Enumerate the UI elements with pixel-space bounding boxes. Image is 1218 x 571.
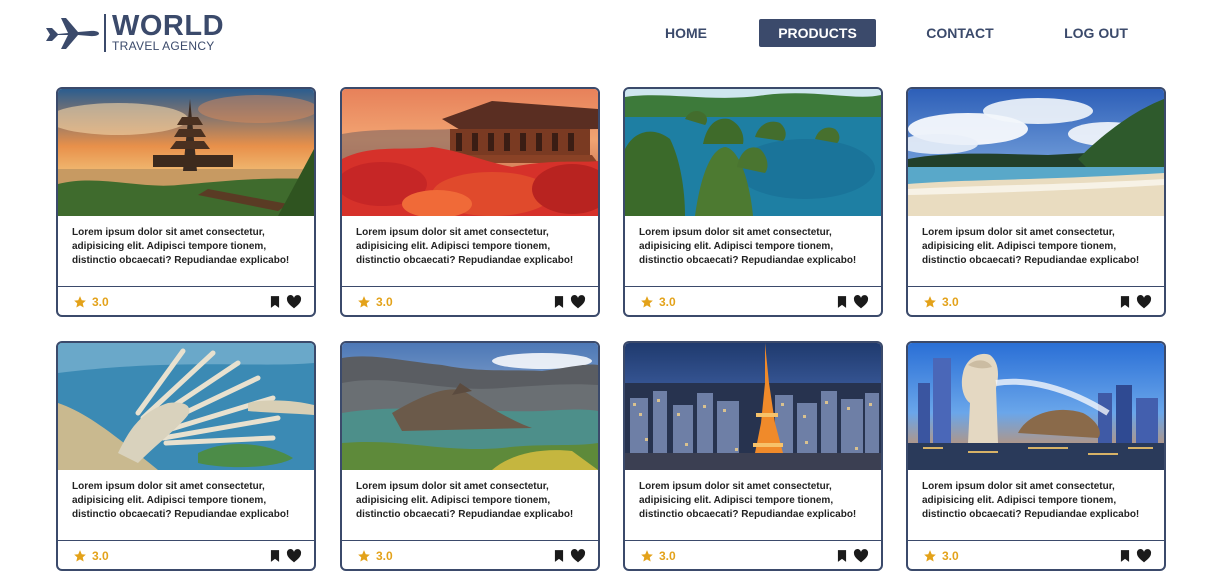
- bookmark-icon[interactable]: [552, 295, 566, 314]
- card-footer: 3.0: [58, 286, 314, 315]
- card-image[interactable]: [342, 89, 598, 216]
- card-actions: [835, 295, 869, 314]
- card-description: Lorem ipsum dolor sit amet consectetur, …: [72, 227, 290, 266]
- product-card[interactable]: Lorem ipsum dolor sit amet consectetur, …: [906, 87, 1166, 317]
- card-footer: 3.0: [58, 540, 314, 569]
- rating-value: 3.0: [659, 295, 676, 309]
- star-icon: [358, 296, 370, 308]
- card-footer: 3.0: [908, 286, 1164, 315]
- card-image[interactable]: [908, 89, 1164, 216]
- product-card[interactable]: Lorem ipsum dolor sit amet consectetur, …: [340, 87, 600, 317]
- product-card[interactable]: Lorem ipsum dolor sit amet consectetur, …: [340, 341, 600, 571]
- nav-products[interactable]: PRODUCTS: [759, 19, 876, 47]
- card-rating: 3.0: [923, 549, 959, 563]
- rating-value: 3.0: [942, 295, 959, 309]
- rating-value: 3.0: [92, 295, 109, 309]
- nav-home[interactable]: HOME: [640, 19, 732, 47]
- star-icon: [358, 550, 370, 562]
- card-image[interactable]: [58, 343, 314, 470]
- card-rating: 3.0: [640, 549, 676, 563]
- rating-value: 3.0: [92, 549, 109, 563]
- logo-text: WORLD TRAVEL AGENCY: [112, 12, 224, 53]
- brand-name: WORLD: [112, 10, 225, 42]
- logo-divider: [104, 13, 106, 52]
- card-rating: 3.0: [73, 295, 109, 309]
- bookmark-icon[interactable]: [1118, 295, 1132, 314]
- card-footer: 3.0: [908, 540, 1164, 569]
- card-footer: 3.0: [342, 286, 598, 315]
- product-card[interactable]: Lorem ipsum dolor sit amet consectetur, …: [56, 87, 316, 317]
- card-actions: [552, 295, 586, 314]
- card-description: Lorem ipsum dolor sit amet consectetur, …: [356, 481, 574, 520]
- card-description: Lorem ipsum dolor sit amet consectetur, …: [356, 227, 574, 266]
- product-card[interactable]: Lorem ipsum dolor sit amet consectetur, …: [56, 341, 316, 571]
- product-card[interactable]: Lorem ipsum dolor sit amet consectetur, …: [906, 341, 1166, 571]
- card-image[interactable]: [908, 343, 1164, 470]
- card-description: Lorem ipsum dolor sit amet consectetur, …: [639, 481, 857, 520]
- bookmark-icon[interactable]: [835, 295, 849, 314]
- heart-icon[interactable]: [853, 295, 869, 314]
- product-card[interactable]: Lorem ipsum dolor sit amet consectetur, …: [623, 341, 883, 571]
- card-rating: 3.0: [640, 295, 676, 309]
- card-image[interactable]: [342, 343, 598, 470]
- star-icon: [924, 296, 936, 308]
- rating-value: 3.0: [659, 549, 676, 563]
- card-description: Lorem ipsum dolor sit amet consectetur, …: [639, 227, 857, 266]
- star-icon: [74, 550, 86, 562]
- card-description: Lorem ipsum dolor sit amet consectetur, …: [922, 227, 1140, 266]
- card-footer: 3.0: [342, 540, 598, 569]
- card-actions: [1118, 295, 1152, 314]
- card-image[interactable]: [625, 89, 881, 216]
- star-icon: [641, 550, 653, 562]
- card-image[interactable]: [625, 343, 881, 470]
- card-description: Lorem ipsum dolor sit amet consectetur, …: [72, 481, 290, 520]
- heart-icon[interactable]: [286, 295, 302, 314]
- nav-logout[interactable]: LOG OUT: [1050, 19, 1142, 47]
- card-footer: 3.0: [625, 286, 881, 315]
- star-icon: [74, 296, 86, 308]
- card-actions: [268, 295, 302, 314]
- product-card[interactable]: Lorem ipsum dolor sit amet consectetur, …: [623, 87, 883, 317]
- card-rating: 3.0: [357, 295, 393, 309]
- brand-subtitle: TRAVEL AGENCY: [112, 39, 215, 53]
- heart-icon[interactable]: [1136, 295, 1152, 314]
- rating-value: 3.0: [376, 549, 393, 563]
- star-icon: [924, 550, 936, 562]
- rating-value: 3.0: [376, 295, 393, 309]
- card-rating: 3.0: [73, 549, 109, 563]
- rating-value: 3.0: [942, 549, 959, 563]
- card-image[interactable]: [58, 89, 314, 216]
- card-description: Lorem ipsum dolor sit amet consectetur, …: [922, 481, 1140, 520]
- card-footer: 3.0: [625, 540, 881, 569]
- heart-icon[interactable]: [570, 295, 586, 314]
- star-icon: [641, 296, 653, 308]
- bookmark-icon[interactable]: [268, 295, 282, 314]
- airplane-icon: [46, 17, 99, 49]
- brand-logo[interactable]: WORLD TRAVEL AGENCY: [44, 12, 224, 53]
- nav-contact[interactable]: CONTACT: [910, 19, 1010, 47]
- card-rating: 3.0: [923, 295, 959, 309]
- card-rating: 3.0: [357, 549, 393, 563]
